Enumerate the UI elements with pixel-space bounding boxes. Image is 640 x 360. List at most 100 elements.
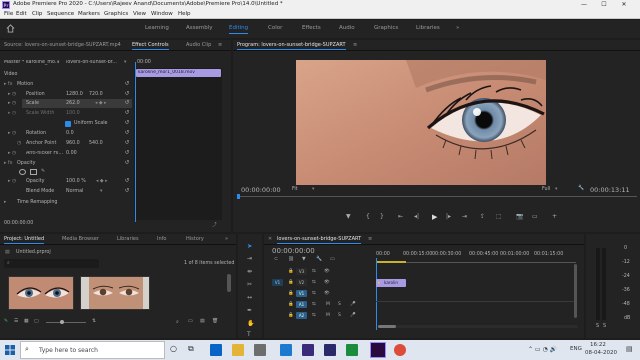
timeline-horizontal-scrollbar[interactable] (378, 325, 578, 328)
timeline-ruler[interactable] (376, 259, 576, 263)
menu-markers[interactable]: Markers (78, 11, 100, 17)
task-view-icon[interactable]: ⧉ (188, 344, 200, 356)
play-icon[interactable]: ▶ (432, 213, 437, 221)
project-search-input[interactable]: ⌕ (4, 259, 99, 268)
tab-history[interactable]: History (186, 236, 204, 242)
antiflicker-value[interactable]: 0.00 (66, 151, 77, 156)
fit-dropdown-icon[interactable]: ▾ (312, 187, 314, 192)
go-to-in-icon[interactable]: ⇤ (398, 213, 403, 220)
master-sequence[interactable]: lovers-on-sunset-br... (66, 60, 122, 65)
a1-solo-icon[interactable]: S (338, 302, 341, 307)
hand-tool-icon[interactable]: ✋ (247, 320, 254, 327)
razor-tool-icon[interactable]: ✂ (247, 281, 252, 288)
slip-tool-icon[interactable]: ↔ (247, 294, 252, 301)
menu-graphics[interactable]: Graphics (104, 11, 128, 17)
wrench-icon[interactable]: 🔧 (578, 186, 584, 191)
meter-solo-right[interactable]: S (603, 324, 606, 329)
sort-icon[interactable]: ⇅ (92, 319, 96, 324)
position-y[interactable]: 720.0 (89, 92, 103, 97)
meter-solo-left[interactable]: S (596, 324, 599, 329)
menu-window[interactable]: Window (151, 11, 173, 17)
reset-motion-icon[interactable]: ↺ (124, 81, 130, 87)
v1-lock-icon[interactable]: 🔒 (288, 291, 294, 296)
timeline-timecode[interactable]: 00:00:00:00 (272, 247, 315, 255)
sequence-dropdown-icon[interactable]: ▾ (124, 60, 126, 65)
program-video-frame[interactable] (296, 60, 546, 185)
timeline-clip-v2[interactable]: ★ karolin (376, 279, 406, 287)
opacity-keyframe-nav-icon[interactable]: ◂ ◆ ▸ (96, 179, 108, 184)
v1-eye-icon[interactable]: 👁 (324, 291, 330, 296)
tab-project[interactable]: Project: Untitled (4, 236, 45, 244)
menu-sequence[interactable]: Sequence (47, 11, 74, 17)
v3-track-label[interactable]: V3 (296, 268, 307, 275)
master-label[interactable]: Master * karoline_mo... (4, 60, 60, 65)
tab-source[interactable]: Source: lovers-on-sunset-bridge-SUPZART.… (4, 42, 128, 48)
v2-lock-icon[interactable]: 🔒 (288, 280, 294, 285)
scale-expand-icon[interactable]: ▸ ◷ (8, 101, 16, 106)
reset-scale-width-icon[interactable]: ↺ (124, 110, 130, 116)
workspace-learning[interactable]: Learning (145, 25, 169, 31)
tab-info[interactable]: Info (157, 236, 166, 242)
menu-file[interactable]: File (4, 11, 13, 17)
a2-solo-icon[interactable]: S (338, 313, 341, 318)
new-bin-icon[interactable]: ▭ (188, 319, 193, 324)
ec-playhead[interactable] (135, 62, 136, 222)
selection-tool-icon[interactable]: ➤ (247, 242, 252, 250)
mark-in-icon[interactable]: { (366, 213, 370, 220)
chrome-icon[interactable] (394, 344, 406, 356)
rotation-value[interactable]: 0.0 (66, 131, 74, 136)
menu-view[interactable]: View (133, 11, 146, 17)
system-tray-icons[interactable]: ⌃ ▭ ◔ 🔊 (528, 346, 557, 353)
step-forward-icon[interactable]: |▸ (446, 213, 451, 220)
a2-sync-icon[interactable]: ⇆ (312, 313, 316, 318)
reset-blend-icon[interactable]: ↺ (124, 188, 130, 194)
program-scrubber[interactable] (237, 196, 637, 197)
a1-mute-icon[interactable]: M (326, 302, 330, 307)
mark-out-icon[interactable]: } (380, 213, 384, 220)
reset-antiflicker-icon[interactable]: ↺ (124, 150, 130, 156)
file-explorer-icon[interactable] (232, 344, 244, 356)
go-to-out-icon[interactable]: ⇥ (462, 213, 467, 220)
photoshop-icon[interactable] (280, 344, 292, 356)
notification-icon[interactable]: ▤ (626, 345, 633, 353)
program-title[interactable]: Program: lovers-on-sunset-bridge-SUPZART (237, 42, 346, 50)
ec-clip-bar[interactable]: karoline_mor1_0018.mov (136, 69, 221, 77)
program-menu-icon[interactable]: ≡ (353, 42, 357, 48)
zoom-slider-handle[interactable] (60, 320, 64, 324)
project-scrollbar[interactable] (227, 274, 231, 292)
language-indicator[interactable]: ENG (570, 346, 582, 352)
time-remap-expand-icon[interactable]: ▸ (4, 200, 6, 205)
add-button-icon[interactable]: + (552, 213, 557, 220)
workspace-audio[interactable]: Audio (339, 25, 355, 31)
resolution-dropdown[interactable]: Full (542, 187, 550, 192)
scale-value[interactable]: 262.0 (66, 101, 80, 106)
tab-media-browser[interactable]: Media Browser (62, 236, 99, 242)
list-view-icon[interactable]: ☰ (14, 319, 18, 324)
reset-scale-icon[interactable]: ↺ (124, 100, 130, 106)
a1-mic-icon[interactable]: 🎤 (350, 302, 356, 307)
track-select-tool-icon[interactable]: ⇥ (247, 255, 252, 262)
captions-icon[interactable]: ▭ (330, 257, 335, 262)
master-dropdown-icon[interactable]: ▾ (57, 60, 59, 65)
ripple-edit-tool-icon[interactable]: ⇹ (247, 268, 252, 275)
lift-icon[interactable]: ⇪ (480, 213, 485, 220)
reset-anchor-icon[interactable]: ↺ (124, 140, 130, 146)
a2-mic-icon[interactable]: 🎤 (350, 313, 356, 318)
pen-tool-icon[interactable]: ✒ (247, 307, 252, 314)
v2-source-patch[interactable]: V1 (272, 279, 283, 286)
position-x[interactable]: 1280.0 (66, 92, 83, 97)
home-icon[interactable] (6, 24, 15, 33)
snap-icon[interactable]: ⊂ (274, 257, 278, 262)
cortana-icon[interactable]: ○ (170, 344, 182, 356)
reset-rotation-icon[interactable]: ↺ (124, 130, 130, 136)
find-icon[interactable]: ⌕ (176, 319, 179, 325)
fx-opacity-icon[interactable]: ▸ fx (4, 161, 12, 166)
maximize-button[interactable]: ☐ (596, 0, 612, 10)
new-item-icon[interactable]: ▤ (200, 319, 205, 324)
trash-icon[interactable]: 🗑 (212, 319, 218, 324)
blend-mode-value[interactable]: Normal (66, 189, 83, 194)
type-tool-icon[interactable]: T (247, 331, 251, 338)
v3-eye-icon[interactable]: 👁 (324, 269, 330, 274)
workspace-color[interactable]: Color (268, 25, 282, 31)
taskbar-time[interactable]: 16:22 (590, 342, 606, 348)
